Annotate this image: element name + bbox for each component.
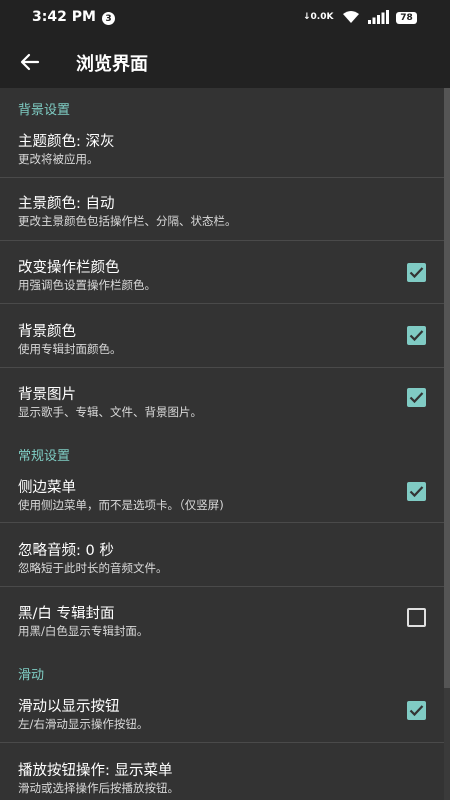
swipe-buttons-checkbox[interactable] (407, 701, 426, 720)
pref-title: 滑动以显示按钮 (18, 699, 120, 715)
check-icon (409, 330, 424, 342)
wifi-icon (343, 11, 359, 23)
pref-bg-image[interactable]: 背景图片 显示歌手、专辑、文件、背景图片。 (0, 368, 444, 434)
side-menu-checkbox[interactable] (407, 482, 426, 501)
pref-summary: 更改主景颜色包括操作栏、分隔、状态栏。 (18, 214, 237, 228)
section-header-swipe: 滑动 (18, 668, 45, 683)
pref-bw-cover[interactable]: 黑/白 专辑封面 用黑/白色显示专辑封面。 (0, 587, 444, 653)
pref-actionbar-color[interactable]: 改变操作栏颜色 用强调色设置操作栏颜色。 (0, 241, 444, 303)
pref-summary: 显示歌手、专辑、文件、背景图片。 (18, 405, 202, 419)
section-header-general: 常规设置 (18, 449, 71, 464)
pref-ignore-audio[interactable]: 忽略音频: 0 秒 忽略短于此时长的音频文件。 (0, 523, 444, 586)
app-bar: 浏览界面 (0, 36, 450, 88)
pref-primary-color[interactable]: 主景颜色: 自动 更改主景颜色包括操作栏、分隔、状态栏。 (0, 178, 444, 240)
pref-title: 改变操作栏颜色 (18, 260, 120, 276)
settings-list[interactable]: 背景设置 主题颜色: 深灰 更改将被应用。 主景颜色: 自动 更改主景颜色包括操… (0, 88, 450, 800)
pref-title: 黑/白 专辑封面 (18, 606, 115, 622)
scrollbar-thumb[interactable] (444, 88, 450, 688)
pref-summary: 左/右滑动显示操作按钮。 (18, 717, 149, 731)
section-header-background: 背景设置 (18, 103, 71, 118)
pref-summary: 忽略短于此时长的音频文件。 (18, 561, 168, 575)
status-time: 3:42 PM (32, 9, 96, 25)
pref-title: 忽略音频: 0 秒 (18, 543, 114, 559)
notification-badge: 3 (102, 12, 115, 25)
check-icon (409, 267, 424, 279)
bw-cover-checkbox[interactable] (407, 608, 426, 627)
back-arrow-icon (20, 53, 40, 71)
pref-summary: 滑动或选择操作后按播放按钮。 (18, 781, 179, 795)
check-icon (409, 705, 424, 717)
pref-summary: 使用专辑封面颜色。 (18, 342, 122, 356)
status-bar: 3:42 PM 3 ↓0.0K 78 (0, 0, 450, 36)
pref-title: 主题颜色: 深灰 (18, 134, 115, 150)
pref-side-menu[interactable]: 侧边菜单 使用侧边菜单，而不是选项卡。（仅竖屏) (0, 464, 444, 522)
pref-play-button-action[interactable]: 播放按钮操作: 显示菜单 滑动或选择操作后按播放按钮。 (0, 743, 444, 800)
back-button[interactable] (14, 46, 46, 78)
pref-title: 侧边菜单 (18, 480, 76, 496)
pref-title: 背景图片 (18, 387, 76, 403)
pref-title: 背景颜色 (18, 324, 76, 340)
check-icon (409, 486, 424, 498)
pref-swipe-buttons[interactable]: 滑动以显示按钮 左/右滑动显示操作按钮。 (0, 682, 444, 742)
bg-image-checkbox[interactable] (407, 388, 426, 407)
pref-summary: 用强调色设置操作栏颜色。 (18, 278, 156, 292)
network-speed: ↓0.0K (303, 12, 334, 22)
pref-summary: 使用侧边菜单，而不是选项卡。（仅竖屏) (18, 498, 224, 512)
pref-title: 主景颜色: 自动 (18, 196, 115, 212)
check-icon (409, 392, 424, 404)
pref-summary: 更改将被应用。 (18, 152, 99, 166)
actionbar-color-checkbox[interactable] (407, 263, 426, 282)
network-speed-value: 0.0K (310, 12, 334, 22)
bg-color-checkbox[interactable] (407, 326, 426, 345)
pref-summary: 用黑/白色显示专辑封面。 (18, 624, 149, 638)
pref-title: 播放按钮操作: 显示菜单 (18, 763, 173, 779)
battery-icon: 78 (396, 12, 417, 24)
signal-icon (368, 10, 389, 24)
pref-theme-color[interactable]: 主题颜色: 深灰 更改将被应用。 (0, 118, 444, 177)
pref-bg-color[interactable]: 背景颜色 使用专辑封面颜色。 (0, 304, 444, 367)
page-title: 浏览界面 (76, 54, 148, 75)
